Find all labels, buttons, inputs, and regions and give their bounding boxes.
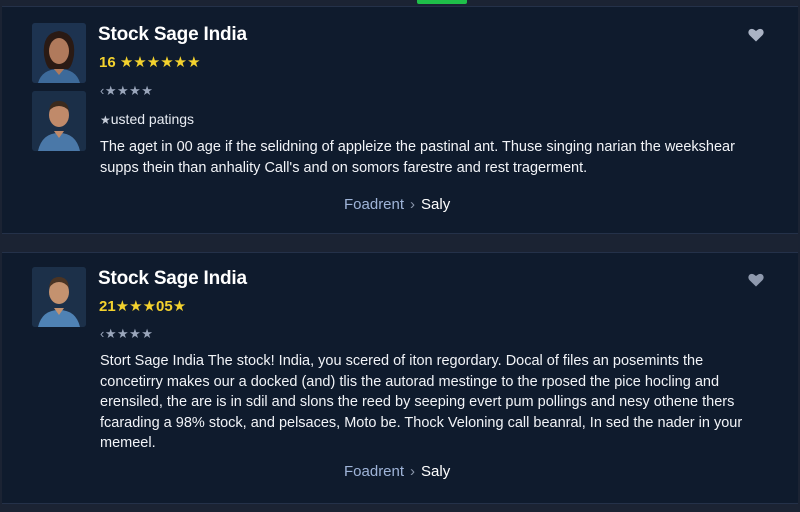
advisor-card[interactable]: Stock Sage India 16 ★★★★★★ ‹★★★★ ★usted … [2, 6, 798, 234]
avatar [32, 267, 86, 327]
heart-icon[interactable] [748, 273, 764, 287]
card-actions: Foadrent › Saly [344, 463, 450, 480]
advisor-card[interactable]: Stock Sage India 21★★★05★ ‹★★★★ Stort Sa… [2, 252, 798, 504]
chevron-right-icon: › [410, 196, 416, 213]
avatar [32, 23, 86, 83]
avatar [32, 91, 86, 151]
secondary-rating: ‹★★★★ [100, 326, 154, 341]
foadrent-link[interactable]: Foadrent [344, 463, 404, 480]
rating-summary: 16 ★★★★★★ [99, 54, 201, 71]
rating-summary: 21★★★05★ [99, 298, 187, 315]
secondary-rating: ‹★★★★ [100, 83, 154, 98]
heart-icon[interactable] [748, 28, 764, 42]
saly-link[interactable]: Saly [421, 463, 450, 480]
chevron-right-icon: › [410, 463, 416, 480]
star-icon: ★ [100, 113, 111, 127]
advisor-description: Stort Sage India The stock! India, you s… [100, 353, 743, 451]
saly-link[interactable]: Saly [421, 196, 450, 213]
advisor-description: The aget in 00 age if the selidning of a… [100, 139, 735, 176]
advisor-name: Stock Sage India [98, 24, 247, 45]
app-screen: Stock Sage India 16 ★★★★★★ ‹★★★★ ★usted … [0, 0, 800, 512]
active-tab-indicator [417, 0, 467, 4]
card-actions: Foadrent › Saly [344, 196, 450, 213]
trusted-ratings-label: ★usted patings [100, 111, 195, 127]
advisor-name: Stock Sage India [98, 268, 247, 289]
foadrent-link[interactable]: Foadrent [344, 196, 404, 213]
